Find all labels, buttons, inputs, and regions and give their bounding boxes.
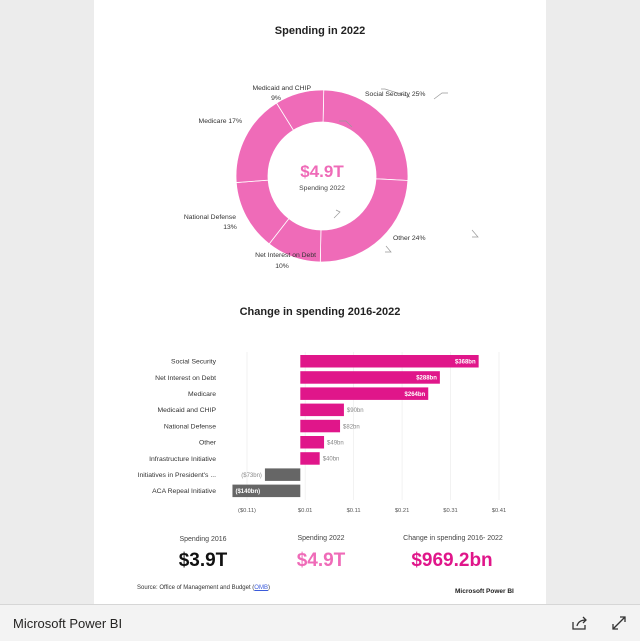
donut-chart-title: Spending in 2022 — [274, 25, 366, 37]
label-net-interest: Net Interest on Debt — [255, 252, 316, 259]
kpi-label-spending-2022: Spending 2022 — [297, 535, 345, 542]
bar-medicaid-and-chip[interactable] — [300, 403, 344, 417]
share-icon[interactable] — [570, 613, 590, 633]
label-social-security: Social Security 25% — [365, 91, 425, 98]
bar-category-label: Infrastructure Initiative — [149, 456, 216, 463]
bar-value-label: $49bn — [327, 440, 344, 446]
x-tick-label: ($0.11) — [238, 508, 256, 514]
x-tick-label: $0.31 — [443, 508, 458, 514]
bar-initiatives-in-president-s-[interactable] — [264, 468, 301, 481]
expand-icon[interactable] — [609, 613, 629, 633]
bar-social-security[interactable] — [300, 355, 479, 368]
bar-value-label: $264bn — [405, 392, 426, 398]
donut-center-label: Spending 2022 — [299, 185, 345, 192]
bottom-bar: Microsoft Power BI — [0, 604, 640, 641]
label-national-defense-pct: 13% — [223, 224, 237, 231]
omb-link[interactable]: OMB — [254, 585, 268, 591]
source-text: Source: Office of Management and Budget … — [137, 585, 255, 591]
bar-value-label: $40bn — [323, 457, 340, 463]
kpi-label-change: Change in spending 2016- 2022 — [403, 535, 503, 542]
app-title: Microsoft Power BI — [13, 616, 123, 631]
kpi-label-spending-2016: Spending 2016 — [179, 536, 227, 543]
bar-category-label: Initiatives in President's ... — [138, 472, 216, 479]
label-other: Other 24% — [393, 235, 426, 242]
bar-category-label: Social Security — [171, 359, 217, 366]
label-medicare: Medicare 17% — [199, 118, 242, 125]
bar-value-label: $288bn — [416, 376, 437, 382]
source-note: Source: Office of Management and Budget … — [137, 585, 270, 591]
x-tick-label: $0.41 — [492, 508, 507, 514]
bar-value-label: ($73bn) — [241, 473, 262, 479]
bar-value-label: $90bn — [347, 408, 364, 414]
x-tick-label: $0.21 — [395, 508, 410, 514]
bar-chart-title: Change in spending 2016-2022 — [239, 306, 401, 318]
bar-chart[interactable]: Social Security $368bn Net Interest on Deb… — [94, 340, 546, 520]
label-medicaid-pct: 9% — [271, 95, 281, 102]
x-tick-label: $0.11 — [347, 508, 361, 514]
source-close: ) — [267, 585, 270, 591]
donut-chart[interactable]: Social Security 25% Other 24% Net Intere… — [94, 40, 546, 280]
label-medicaid: Medicaid and CHIP — [252, 85, 311, 92]
bar-category-label: Medicare — [188, 391, 216, 398]
bar-infrastructure-initiative[interactable] — [300, 452, 320, 465]
bar-category-label: Net Interest on Debt — [155, 375, 216, 382]
bar-value-label: ($140bn) — [235, 489, 260, 495]
donut-center-value: $4.9T — [300, 162, 344, 181]
bar-category-label: Other — [199, 440, 217, 447]
bar-category-label: ACA Repeal Initiative — [152, 488, 216, 495]
bar-value-label: $368bn — [455, 359, 476, 365]
report-canvas: Spending in 2022 Social Security 25% Oth… — [94, 0, 546, 604]
bar-category-label: National Defense — [164, 423, 216, 430]
label-national-defense: National Defense — [184, 214, 236, 221]
bar-value-label: $82bn — [343, 424, 360, 430]
label-net-interest-pct: 10% — [275, 263, 289, 270]
bar-other[interactable] — [300, 436, 325, 449]
kpi-value-change: $969.2bn — [411, 550, 493, 571]
kpi-value-spending-2022: $4.9T — [296, 550, 346, 571]
x-tick-label: $0.01 — [298, 508, 313, 514]
bar-category-label: Medicaid and CHIP — [157, 407, 216, 414]
powerbi-brand: Microsoft Power BI — [455, 588, 514, 595]
bar-national-defense[interactable] — [300, 419, 341, 433]
